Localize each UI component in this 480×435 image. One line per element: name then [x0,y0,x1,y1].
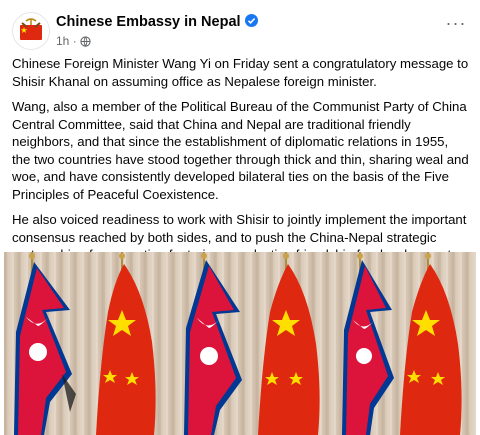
verified-badge-icon [244,14,258,27]
post-header: Chinese Embassy in Nepal 1h · ··· [12,12,468,52]
more-options-icon[interactable]: ··· [444,14,468,34]
meta-separator: · [72,34,77,48]
page-name[interactable]: Chinese Embassy in Nepal [56,14,241,30]
facebook-post: Chinese Embassy in Nepal 1h · ··· Chines… [0,0,480,435]
post-paragraph-2: Wang, also a member of the Political Bur… [12,99,469,202]
embassy-emblem-icon [14,14,48,48]
post-timestamp[interactable]: 1h [56,34,69,48]
flags-photo [4,252,476,435]
globe-icon[interactable] [80,36,91,50]
post-meta: 1h · [56,34,91,50]
post-paragraph-1: Chinese Foreign Minister Wang Yi on Frid… [12,56,469,89]
page-avatar[interactable] [12,12,50,50]
post-photo[interactable] [4,252,476,435]
page-name-link[interactable]: Chinese Embassy in Nepal [56,14,258,30]
